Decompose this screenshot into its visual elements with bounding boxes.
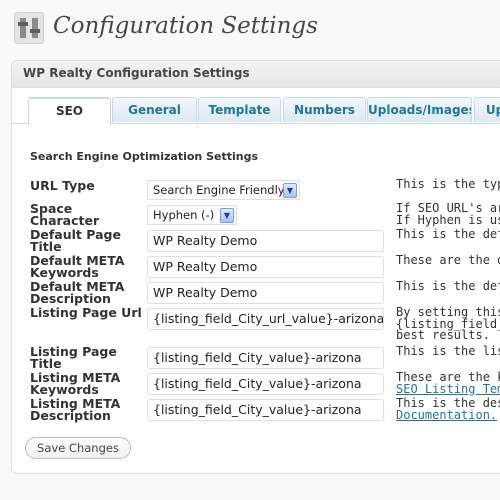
listing-page-url-input[interactable]: {listing_field_City_url_value}-arizona	[147, 308, 384, 330]
default-page-title-description: This is the defau	[396, 227, 500, 241]
listing-page-title-input[interactable]: {listing_field_City_value}-arizona	[147, 347, 384, 369]
space-character-value: Hyphen (-)	[153, 208, 215, 222]
tab-uploads-images[interactable]: Uploads/Images	[367, 97, 472, 122]
url-type-select[interactable]: Search Engine Friendly ▼	[147, 180, 300, 200]
listing-meta-keywords-label: Listing META Keywords	[30, 371, 120, 397]
listing-meta-description-input[interactable]: {listing_field_City_value}-arizona	[147, 399, 384, 421]
listing-meta-keywords-description: These are the ke SEO Listing Tem	[396, 371, 500, 396]
space-character-label-line2: Character	[30, 213, 100, 228]
settings-icon	[14, 12, 44, 44]
default-meta-keywords-input[interactable]: WP Realty Demo	[147, 256, 384, 278]
listing-page-title-description: This is the listin	[396, 344, 500, 358]
default-meta-description-input[interactable]: WP Realty Demo	[147, 282, 384, 304]
documentation-link[interactable]: Documentation.	[396, 408, 497, 422]
page-title: Configuration Settings	[53, 13, 318, 39]
chevron-down-icon: ▼	[220, 208, 234, 223]
default-meta-keywords-description: These are the de	[396, 253, 500, 267]
default-meta-keywords-label: Default META Keywords	[30, 254, 124, 280]
tab-upgrade[interactable]: Up	[474, 97, 500, 122]
default-page-title-label: Default Page Title	[30, 228, 121, 254]
space-character-label: Space Character	[30, 202, 100, 228]
default-meta-description-label: Default META Description	[30, 280, 124, 306]
listing-meta-keywords-label-line2: Keywords	[30, 382, 99, 397]
listing-meta-keywords-input[interactable]: {listing_field_City_value}-arizona	[147, 373, 384, 395]
default-meta-description-label-line2: Description	[30, 291, 111, 306]
tab-template[interactable]: Template	[198, 97, 281, 122]
listing-page-url-desc-line3: best results.	[396, 328, 490, 342]
listing-meta-description-label: Listing META Description	[30, 397, 120, 423]
listing-page-url-label: Listing Page Url	[30, 305, 142, 320]
default-meta-description-description: This is the defau	[396, 279, 500, 293]
default-page-title-label-line2: Title	[30, 239, 62, 254]
url-type-label: URL Type	[30, 178, 95, 193]
tab-seo[interactable]: SEO	[28, 97, 111, 125]
default-meta-keywords-label-line2: Keywords	[30, 265, 99, 280]
url-type-value: Search Engine Friendly	[153, 183, 285, 197]
save-changes-button[interactable]: Save Changes	[25, 437, 131, 459]
panel-title: WP Realty Configuration Settings	[23, 66, 250, 80]
space-character-desc-line2: If Hyphen is use	[396, 212, 500, 227]
listing-page-title-label-line2: Title	[30, 356, 62, 371]
space-character-description: If SEO URL's are If Hyphen is use	[396, 202, 500, 227]
chevron-down-icon: ▼	[283, 183, 297, 198]
panel-header: WP Realty Configuration Settings	[12, 61, 500, 88]
tab-general[interactable]: General	[112, 97, 197, 122]
section-heading: Search Engine Optimization Settings	[30, 150, 259, 163]
listing-page-url-description: By setting this c {listing_field_ad best…	[396, 306, 500, 342]
tab-numbers[interactable]: Numbers	[283, 97, 366, 122]
listing-meta-description-description: This is the desc Documentation.	[396, 397, 500, 422]
seo-listing-template-link[interactable]: SEO Listing Tem	[396, 382, 500, 396]
listing-meta-description-label-line2: Description	[30, 408, 111, 423]
space-character-select[interactable]: Hyphen (-) ▼	[147, 205, 237, 225]
url-type-description: This is the type	[396, 177, 500, 191]
listing-page-title-label: Listing Page Title	[30, 345, 117, 371]
default-page-title-input[interactable]: WP Realty Demo	[147, 230, 384, 252]
settings-panel: WP Realty Configuration Settings SEO Gen…	[11, 60, 500, 474]
